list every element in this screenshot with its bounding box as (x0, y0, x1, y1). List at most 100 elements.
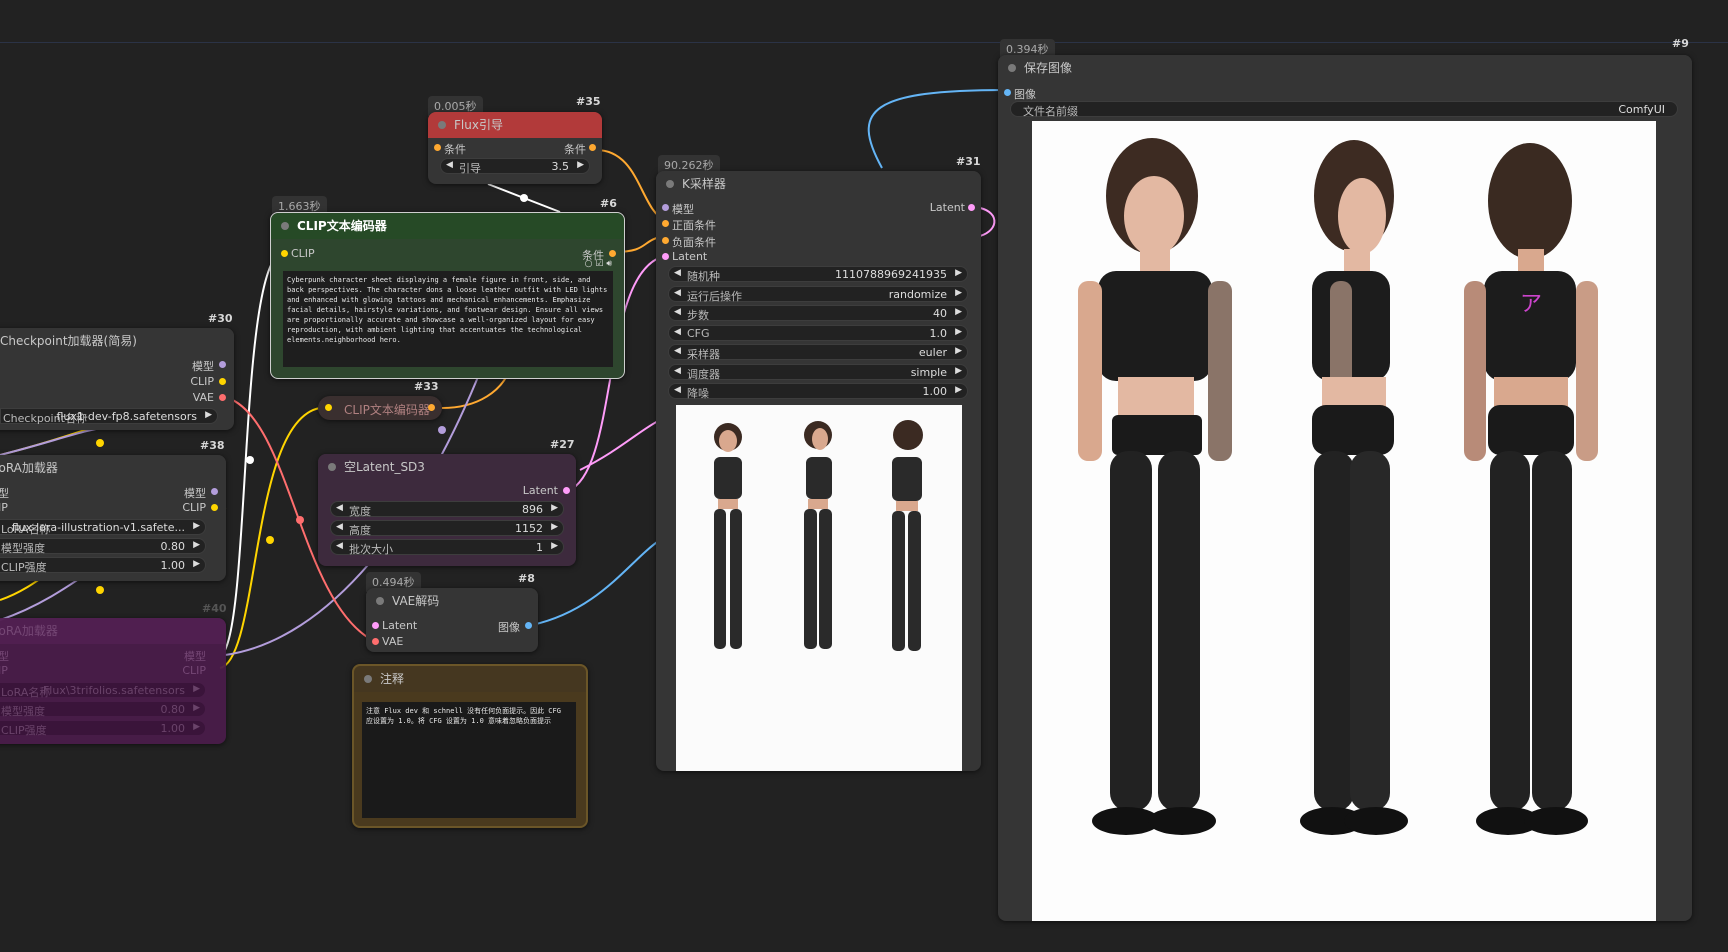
arrow-right-icon[interactable]: ▶ (193, 559, 200, 569)
checkpoint-node[interactable]: Checkpoint加载器(简易) 模型 CLIP VAE Checkpoint… (0, 328, 234, 430)
clip-output-pin[interactable] (219, 378, 226, 385)
clip-encode-node[interactable]: CLIP文本编码器 CLIP 条件 ○ ☑ 🔊︎ Cyberpunk chara… (270, 212, 625, 379)
latent-input-pin[interactable] (372, 622, 379, 629)
lora-title[interactable]: LoRA加载器 (0, 455, 226, 481)
negative-input-pin[interactable] (662, 237, 669, 244)
arrow-left-icon[interactable]: ◀ (674, 268, 681, 278)
empty-latent-title[interactable]: 空Latent_SD3 (318, 454, 576, 480)
arrow-left-icon[interactable]: ◀ (336, 522, 343, 532)
cond-output-pin[interactable] (428, 404, 435, 411)
latent-output-pin[interactable] (968, 204, 975, 211)
arrow-left-icon[interactable]: ◀ (674, 385, 681, 395)
seed-widget[interactable]: ◀ 随机种 1110788969241935 ▶ (668, 266, 968, 283)
width-widget[interactable]: ◀ 宽度 896 ▶ (330, 501, 564, 518)
clip-input-pin[interactable] (325, 404, 332, 411)
collapse-dot-icon[interactable] (328, 463, 336, 471)
prompt-textarea[interactable]: Cyberpunk character sheet displaying a f… (283, 271, 613, 367)
arrow-left-icon[interactable]: ◀ (446, 160, 453, 170)
scheduler-widget[interactable]: ◀ 调度器 simple ▶ (668, 364, 968, 381)
flux-guide-node[interactable]: Flux引导 条件 条件 ◀ 引导 3.5 ▶ (428, 112, 602, 184)
ksampler-title[interactable]: K采样器 (656, 171, 981, 197)
collapse-dot-icon[interactable] (1008, 64, 1016, 72)
lora-name-widget[interactable]: LoRA名称 flux-lora-illustration-v1.safete..… (0, 519, 206, 536)
collapse-dot-icon[interactable] (281, 222, 289, 230)
height-widget[interactable]: ◀ 高度 1152 ▶ (330, 520, 564, 537)
arrow-left-icon[interactable]: ◀ (674, 327, 681, 337)
arrow-right-icon[interactable]: ▶ (551, 503, 558, 513)
filename-prefix-widget[interactable]: 文件名前缀 ComfyUI (1010, 101, 1678, 118)
clip-strength-widget[interactable]: CLIP强度 1.00 ▶ (0, 720, 206, 737)
arrow-left-icon[interactable]: ◀ (674, 307, 681, 317)
guidance-widget[interactable]: ◀ 引导 3.5 ▶ (440, 158, 590, 175)
arrow-right-icon[interactable]: ▶ (193, 521, 200, 531)
clip-encode-title[interactable]: CLIP文本编码器 (271, 213, 624, 239)
denoise-widget[interactable]: ◀ 降噪 1.00 ▶ (668, 383, 968, 400)
arrow-right-icon[interactable]: ▶ (193, 703, 200, 713)
arrow-right-icon[interactable]: ▶ (551, 522, 558, 532)
arrow-right-icon[interactable]: ▶ (577, 160, 584, 170)
arrow-right-icon[interactable]: ▶ (551, 541, 558, 551)
latent-output-pin[interactable] (563, 487, 570, 494)
clip-collapsed-node[interactable]: CLIP文本编码器 (318, 396, 442, 420)
arrow-left-icon[interactable]: ◀ (336, 503, 343, 513)
arrow-right-icon[interactable]: ▶ (955, 268, 962, 278)
arrow-right-icon[interactable]: ▶ (193, 540, 200, 550)
arrow-right-icon[interactable]: ▶ (955, 346, 962, 356)
flux-guide-title[interactable]: Flux引导 (428, 112, 602, 138)
arrow-right-icon[interactable]: ▶ (955, 288, 962, 298)
arrow-right-icon[interactable]: ▶ (955, 307, 962, 317)
vae-output-pin[interactable] (219, 394, 226, 401)
checkpoint-name-widget[interactable]: Checkpoint名称 flux1-dev-fp8.safetensors ▶ (0, 408, 218, 425)
latent-input-pin[interactable] (662, 253, 669, 260)
model-output-pin[interactable] (219, 361, 226, 368)
lora-node[interactable]: LoRA加载器 型 模型 IP CLIP LoRA名称flux-lora-ill… (0, 455, 226, 581)
ksampler-node[interactable]: K采样器 模型 正面条件 负面条件 Latent Latent ◀ 随机种 1110… (656, 171, 981, 771)
vae-input-pin[interactable] (372, 638, 379, 645)
lora-bypassed-node[interactable]: LoRA加载器 型 模型 IP CLIP LoRA名称Flux\3trifoli… (0, 618, 226, 744)
image-output-pin[interactable] (525, 622, 532, 629)
cfg-widget[interactable]: ◀ CFG 1.0 ▶ (668, 325, 968, 341)
collapse-dot-icon[interactable] (364, 675, 372, 683)
model-strength-widget[interactable]: 模型强度 0.80 ▶ (0, 701, 206, 718)
sampler-widget[interactable]: ◀ 采样器 euler ▶ (668, 344, 968, 361)
note-title[interactable]: 注释 (354, 666, 586, 692)
clip-output-pin[interactable] (211, 504, 218, 511)
clip-input-pin[interactable] (281, 250, 288, 257)
collapse-dot-icon[interactable] (376, 597, 384, 605)
arrow-left-icon[interactable]: ◀ (674, 366, 681, 376)
clip-strength-widget[interactable]: CLIP强度 1.00 ▶ (0, 557, 206, 574)
cond-output-pin[interactable] (609, 250, 616, 257)
arrow-right-icon[interactable]: ▶ (205, 410, 212, 420)
empty-latent-node[interactable]: 空Latent_SD3 Latent ◀ 宽度 896 ▶ ◀ 高度 1152 ▶ ◀ 批次大… (318, 454, 576, 566)
arrow-right-icon[interactable]: ▶ (193, 684, 200, 694)
cond-input-pin[interactable] (434, 144, 441, 151)
arrow-left-icon[interactable]: ◀ (674, 346, 681, 356)
lora-name-widget[interactable]: LoRA名称 Flux\3trifolios.safetensors ▶ (0, 682, 206, 699)
collapse-dot-icon[interactable] (438, 121, 446, 129)
cond-output-pin[interactable] (589, 144, 596, 151)
save-image-title[interactable]: 保存图像 (998, 55, 1692, 81)
model-output-pin[interactable] (211, 488, 218, 495)
arrow-left-icon[interactable]: ◀ (674, 288, 681, 298)
vae-decode-title[interactable]: VAE解码 (366, 588, 538, 614)
toggle-icons[interactable]: ○ ☑ 🔊︎ (585, 259, 612, 269)
arrow-left-icon[interactable]: ◀ (336, 541, 343, 551)
arrow-right-icon[interactable]: ▶ (955, 327, 962, 337)
batch-size-widget[interactable]: ◀ 批次大小 1 ▶ (330, 539, 564, 556)
after-run-widget[interactable]: ◀ 运行后操作 randomize ▶ (668, 286, 968, 303)
arrow-right-icon[interactable]: ▶ (955, 366, 962, 376)
model-strength-widget[interactable]: 模型强度 0.80 ▶ (0, 538, 206, 555)
collapse-dot-icon[interactable] (666, 180, 674, 188)
checkpoint-title[interactable]: Checkpoint加载器(简易) (0, 328, 234, 354)
lora-bypassed-title[interactable]: LoRA加载器 (0, 618, 226, 644)
arrow-right-icon[interactable]: ▶ (193, 722, 200, 732)
steps-widget[interactable]: ◀ 步数 40 ▶ (668, 305, 968, 322)
note-node[interactable]: 注释 注意 Flux dev 和 schnell 没有任何负面提示。因此 CFG… (352, 664, 588, 828)
save-image-node[interactable]: 保存图像 图像 文件名前缀 ComfyUI ア (998, 55, 1692, 921)
model-input-pin[interactable] (662, 204, 669, 211)
image-input-pin[interactable] (1004, 89, 1011, 96)
arrow-right-icon[interactable]: ▶ (955, 385, 962, 395)
node-graph-canvas[interactable]: 0.005秒 #35 Flux引导 条件 条件 ◀ 引导 3.5 ▶ 1.663秒 #… (0, 0, 1728, 952)
vae-decode-node[interactable]: VAE解码 Latent VAE 图像 (366, 588, 538, 652)
positive-input-pin[interactable] (662, 220, 669, 227)
